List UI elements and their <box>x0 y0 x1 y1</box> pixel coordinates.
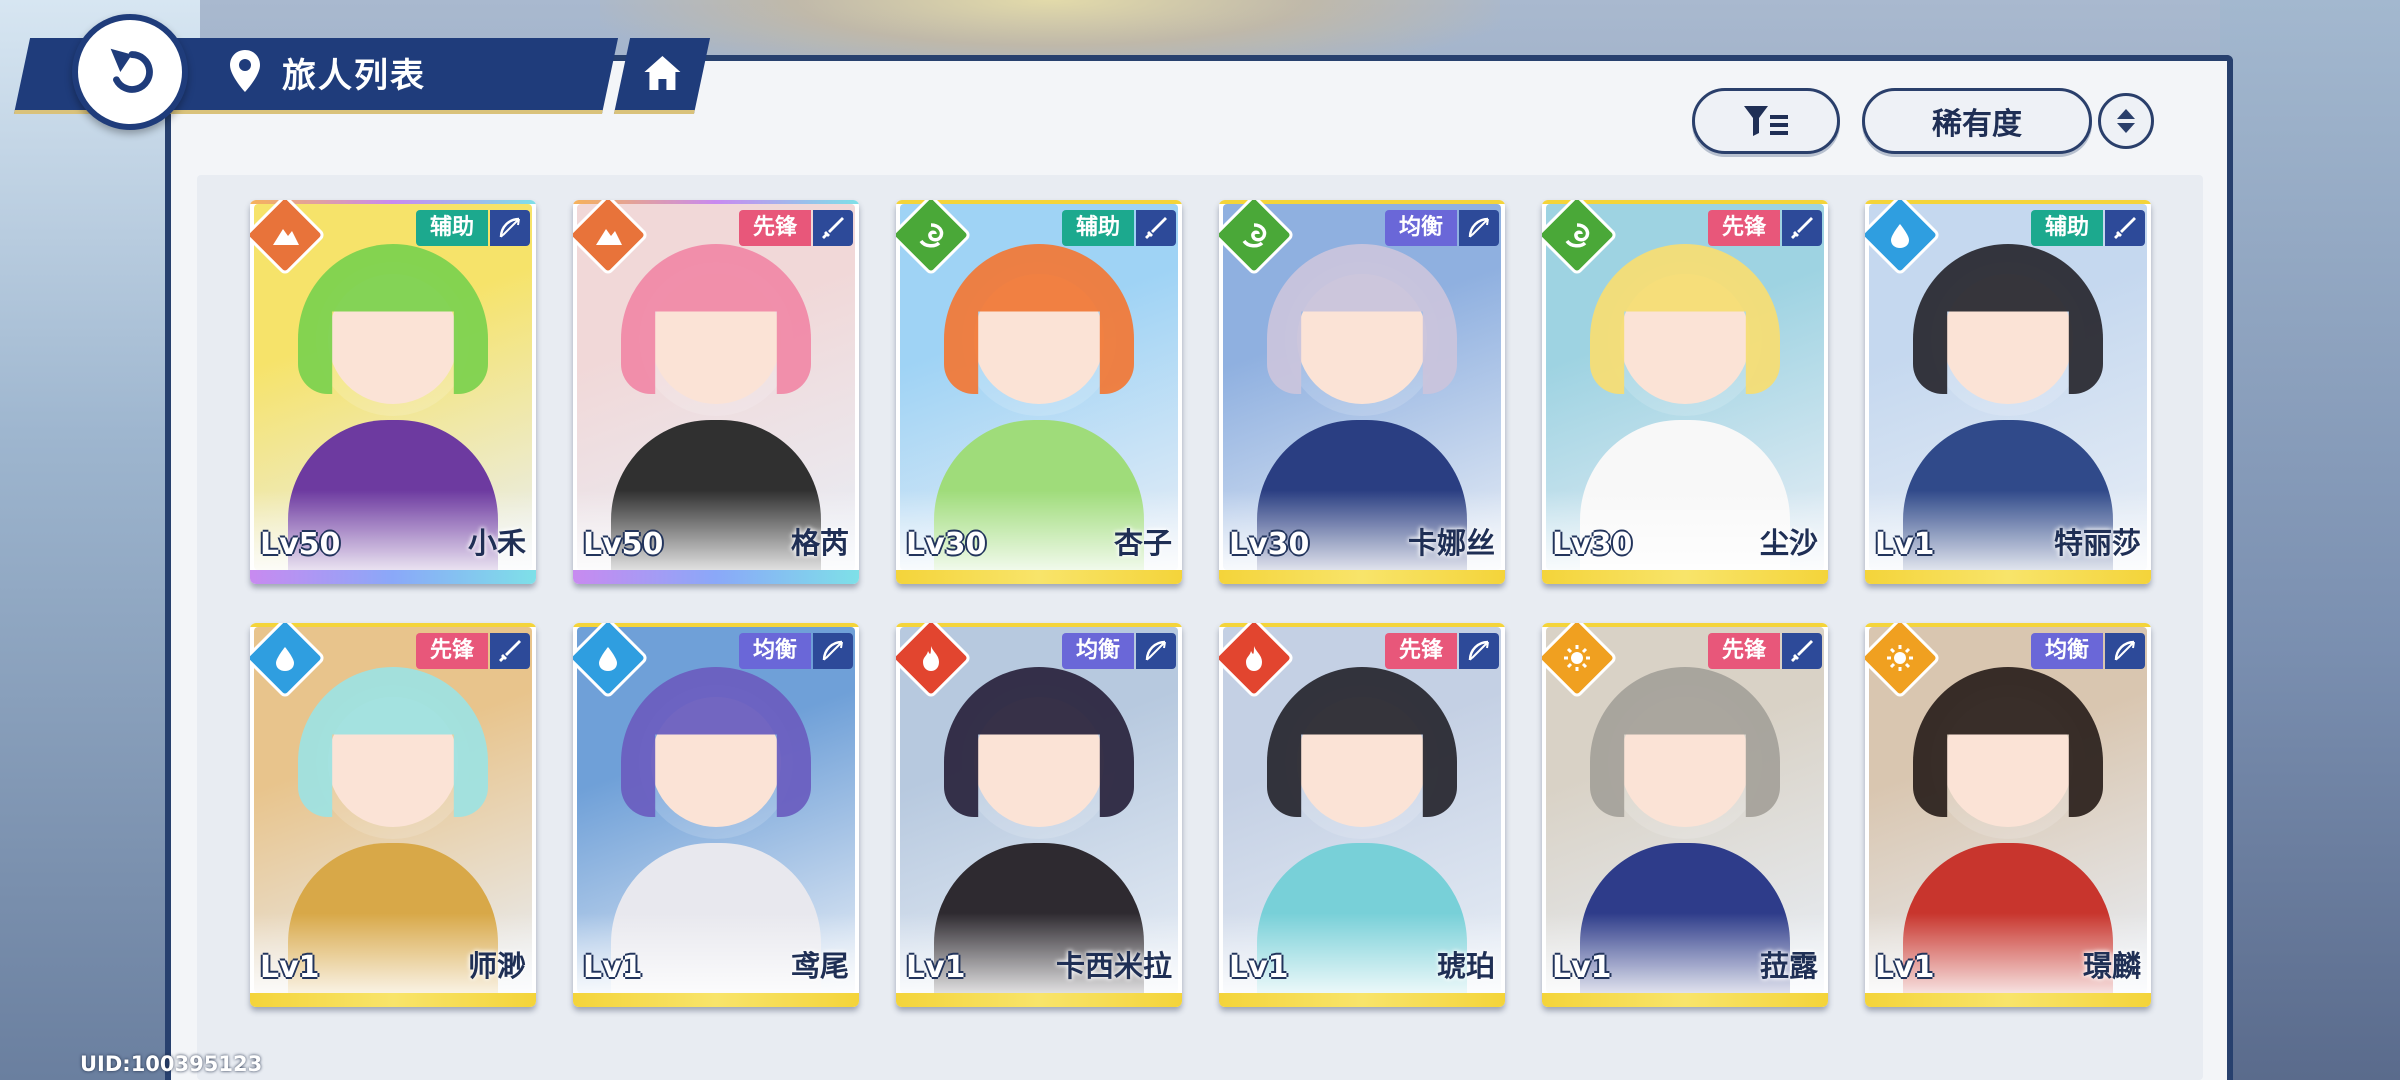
character-card[interactable]: 均衡 Lv30 卡娜丝 <box>1219 200 1505 584</box>
role-badge: 均衡 <box>2030 633 2103 669</box>
filter-button[interactable] <box>1692 88 1840 154</box>
character-level: Lv1 <box>1552 950 1612 985</box>
role-badge: 均衡 <box>738 633 811 669</box>
location-pin-icon <box>230 50 260 92</box>
role-badge: 先锋 <box>1384 633 1457 669</box>
sword-icon <box>1782 210 1822 246</box>
character-name: 杏子 <box>1113 526 1172 560</box>
character-card[interactable]: 先锋 Lv1 菈露 <box>1542 623 1828 1007</box>
sword-icon <box>2105 210 2145 246</box>
page-title: 旅人列表 <box>282 56 426 96</box>
character-card[interactable]: 均衡 Lv1 鸢尾 <box>573 623 859 1007</box>
character-level: Lv50 <box>583 527 664 562</box>
character-name: 小禾 <box>467 526 526 560</box>
home-button[interactable] <box>613 38 711 114</box>
character-name: 卡西米拉 <box>1055 949 1172 983</box>
character-card[interactable]: 先锋 Lv1 琥珀 <box>1219 623 1505 1007</box>
character-level: Lv50 <box>260 527 341 562</box>
back-button[interactable] <box>72 14 188 130</box>
character-name: 尘沙 <box>1759 526 1818 560</box>
rarity-strip <box>250 570 536 584</box>
character-name: 师渺 <box>467 949 526 983</box>
back-arrow-icon <box>110 48 153 93</box>
arrow-down-icon <box>2117 123 2135 133</box>
character-level: Lv1 <box>1875 950 1935 985</box>
rarity-strip <box>573 993 859 1007</box>
sort-order-toggle[interactable] <box>2098 93 2154 149</box>
character-level: Lv30 <box>1229 527 1310 562</box>
character-name: 菈露 <box>1759 949 1818 983</box>
role-badge: 先锋 <box>415 633 488 669</box>
character-card[interactable]: 辅助 Lv1 特丽莎 <box>1865 200 2151 584</box>
character-level: Lv30 <box>1552 527 1633 562</box>
character-card[interactable]: 辅助 Lv30 杏子 <box>896 200 1182 584</box>
character-name: 格芮 <box>790 526 849 560</box>
character-card[interactable]: 先锋 Lv50 格芮 <box>573 200 859 584</box>
bow-icon <box>813 633 853 669</box>
role-badge: 均衡 <box>1061 633 1134 669</box>
arrow-up-icon <box>2117 109 2135 119</box>
sword-icon <box>1782 633 1822 669</box>
character-level: Lv1 <box>1229 950 1289 985</box>
character-card[interactable]: 均衡 Lv1 卡西米拉 <box>896 623 1182 1007</box>
role-badge: 先锋 <box>1707 210 1780 246</box>
character-name: 琥珀 <box>1436 949 1495 983</box>
rarity-strip <box>1219 570 1505 584</box>
rarity-strip <box>896 570 1182 584</box>
character-name: 卡娜丝 <box>1407 526 1495 560</box>
character-name: 特丽莎 <box>2053 526 2141 560</box>
character-name: 鸢尾 <box>790 949 849 983</box>
rarity-strip <box>573 570 859 584</box>
character-card[interactable]: 辅助 Lv50 小禾 <box>250 200 536 584</box>
rarity-strip <box>1542 570 1828 584</box>
character-level: Lv30 <box>906 527 987 562</box>
role-badge: 辅助 <box>1061 210 1134 246</box>
home-icon <box>644 56 681 90</box>
rarity-strip <box>896 993 1182 1007</box>
rarity-strip <box>1865 570 2151 584</box>
character-name: 璟麟 <box>2082 949 2141 983</box>
bow-icon <box>2105 633 2145 669</box>
rarity-strip <box>1865 993 2151 1007</box>
bow-icon <box>490 210 530 246</box>
role-badge: 先锋 <box>1707 633 1780 669</box>
sword-icon <box>1136 210 1176 246</box>
bow-icon <box>1136 633 1176 669</box>
role-badge: 辅助 <box>415 210 488 246</box>
rarity-strip <box>250 993 536 1007</box>
character-card[interactable]: 先锋 Lv30 尘沙 <box>1542 200 1828 584</box>
filter-icon <box>1744 106 1788 136</box>
character-level: Lv1 <box>1875 527 1935 562</box>
character-card[interactable]: 均衡 Lv1 璟麟 <box>1865 623 2151 1007</box>
rarity-strip <box>1219 993 1505 1007</box>
character-level: Lv1 <box>583 950 643 985</box>
rarity-strip <box>1542 993 1828 1007</box>
role-badge: 辅助 <box>2030 210 2103 246</box>
character-card[interactable]: 先锋 Lv1 师渺 <box>250 623 536 1007</box>
role-badge: 先锋 <box>738 210 811 246</box>
background-scenery-right <box>2220 0 2400 1080</box>
role-badge: 均衡 <box>1384 210 1457 246</box>
character-level: Lv1 <box>260 950 320 985</box>
bow-icon <box>1459 210 1499 246</box>
sword-icon <box>490 633 530 669</box>
uid-label: UID:100395123 <box>80 1052 263 1076</box>
bow-icon <box>1459 633 1499 669</box>
character-level: Lv1 <box>906 950 966 985</box>
sort-rarity-button[interactable]: 稀有度 <box>1862 88 2092 154</box>
sword-icon <box>813 210 853 246</box>
